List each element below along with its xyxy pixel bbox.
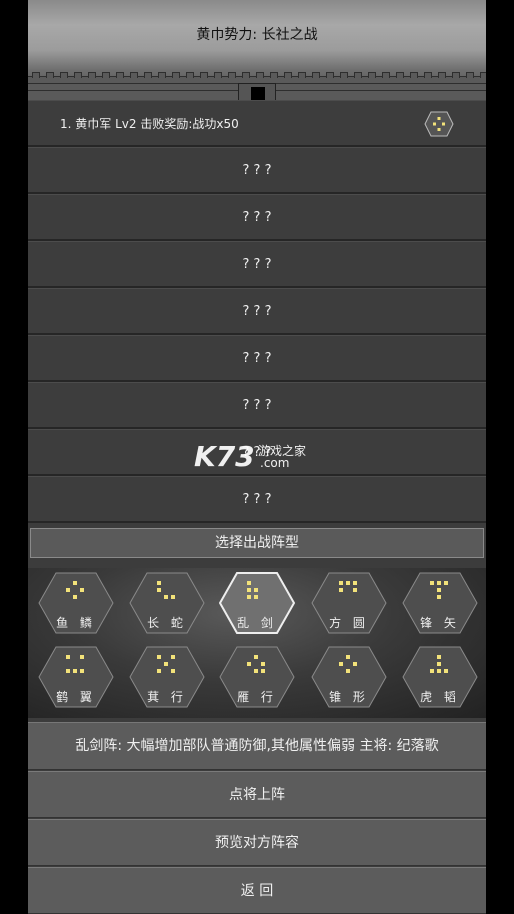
formation-label: 锥 形 [329,690,369,704]
formation-label: 虎 韬 [420,690,460,704]
wall-crenel [424,72,432,78]
deploy-general-button[interactable]: 点将上阵 [28,771,486,818]
formation-option[interactable]: 方 圆 [311,572,387,634]
wall-crenel [130,72,138,78]
select-formation-header: 选择出战阵型 [30,528,484,558]
unknown-enemy-row[interactable]: ? ? ? [28,429,486,476]
unknown-enemy-row[interactable]: ? ? ? [28,194,486,241]
wall-crenel [438,72,446,78]
page-title: 黄巾势力: 长社之战 [196,27,318,43]
header-banner: 黄巾势力: 长社之战 [28,0,486,102]
unknown-enemy-row[interactable]: ? ? ? [28,382,486,429]
wall-crenel [452,72,460,78]
wall-crenel [60,72,68,78]
formation-option[interactable]: 鹤 翼 [38,646,114,708]
enemy-list: 1. 黄巾军 Lv2 击败奖励:战功x50 ? ? ? ? ? ? ? ? ? … [28,100,486,523]
wall-crenel [466,72,474,78]
wall-crenel [228,72,236,78]
formation-option[interactable]: 雁 行 [219,646,295,708]
formation-option[interactable]: 锋 矢 [402,572,478,634]
wall-crenel [326,72,334,78]
wall-crenel [312,72,320,78]
enemy-row[interactable]: 1. 黄巾军 Lv2 击败奖励:战功x50 [28,100,486,147]
wall-crenel [270,72,278,78]
unknown-enemy-row[interactable]: ? ? ? [28,241,486,288]
formation-description: 乱剑阵: 大幅增加部队普通防御,其他属性偏弱 主将: 纪落歌 [28,722,486,770]
wall-crenel [158,72,166,78]
formation-option[interactable]: 鱼 鳞 [38,572,114,634]
formation-hex-icon[interactable] [424,111,454,137]
wall-crenel [480,72,486,78]
formation-grid: 鱼 鳞 长 蛇 乱 剑 方 圆 锋 矢 鹤 翼 萁 行 雁 行 锥 形 虎 韬 [28,568,486,718]
wall-crenel [144,72,152,78]
formation-label: 雁 行 [237,690,277,704]
formation-label: 锋 矢 [420,616,460,630]
wall-crenel [186,72,194,78]
wall-crenel [298,72,306,78]
preview-enemy-button[interactable]: 预览对方阵容 [28,819,486,866]
unknown-enemy-label: ? ? ? [242,491,272,507]
wall-crenel [382,72,390,78]
wall-crenel [256,72,264,78]
wall-crenel [410,72,418,78]
unknown-enemy-label: ? ? ? [242,209,272,225]
unknown-enemy-label: ? ? ? [242,162,272,178]
formation-option[interactable]: 乱 剑 [219,572,295,634]
wall-crenel [368,72,376,78]
wall-crenel [102,72,110,78]
wall-crenel [88,72,96,78]
battle-panel: 黄巾势力: 长社之战 1. 黄巾军 Lv2 击败奖励:战功x50 ? ? ? ?… [28,0,486,914]
formation-option[interactable]: 虎 韬 [402,646,478,708]
formation-option[interactable]: 萁 行 [129,646,205,708]
wall-crenel [74,72,82,78]
formation-label: 长 蛇 [147,616,187,630]
unknown-enemy-label: ? ? ? [242,444,272,460]
unknown-enemy-label: ? ? ? [242,303,272,319]
unknown-enemy-label: ? ? ? [242,256,272,272]
wall-crenel [214,72,222,78]
formation-option[interactable]: 长 蛇 [129,572,205,634]
formation-label: 鱼 鳞 [56,616,96,630]
unknown-enemy-row[interactable]: ? ? ? [28,476,486,523]
wall-crenel [46,72,54,78]
enemy-row-text: 1. 黄巾军 Lv2 击败奖励:战功x50 [60,116,239,131]
formation-label: 鹤 翼 [56,690,96,704]
wall-crenel [242,72,250,78]
gate-icon [238,83,276,102]
unknown-enemy-row[interactable]: ? ? ? [28,288,486,335]
unknown-enemy-row[interactable]: ? ? ? [28,335,486,382]
unknown-enemy-label: ? ? ? [242,350,272,366]
formation-option[interactable]: 锥 形 [311,646,387,708]
wall-crenel [340,72,348,78]
formation-label: 方 圆 [329,616,369,630]
wall-crenel [200,72,208,78]
formation-label: 萁 行 [147,690,187,704]
wall-crenel [354,72,362,78]
unknown-enemy-row[interactable]: ? ? ? [28,147,486,194]
wall-crenel [396,72,404,78]
city-wall-decoration [28,72,486,102]
formation-label: 乱 剑 [237,616,277,630]
back-button[interactable]: 返 回 [28,867,486,914]
unknown-enemy-label: ? ? ? [242,397,272,413]
wall-crenel [116,72,124,78]
wall-crenel [284,72,292,78]
wall-crenel [32,72,40,78]
wall-crenel [172,72,180,78]
